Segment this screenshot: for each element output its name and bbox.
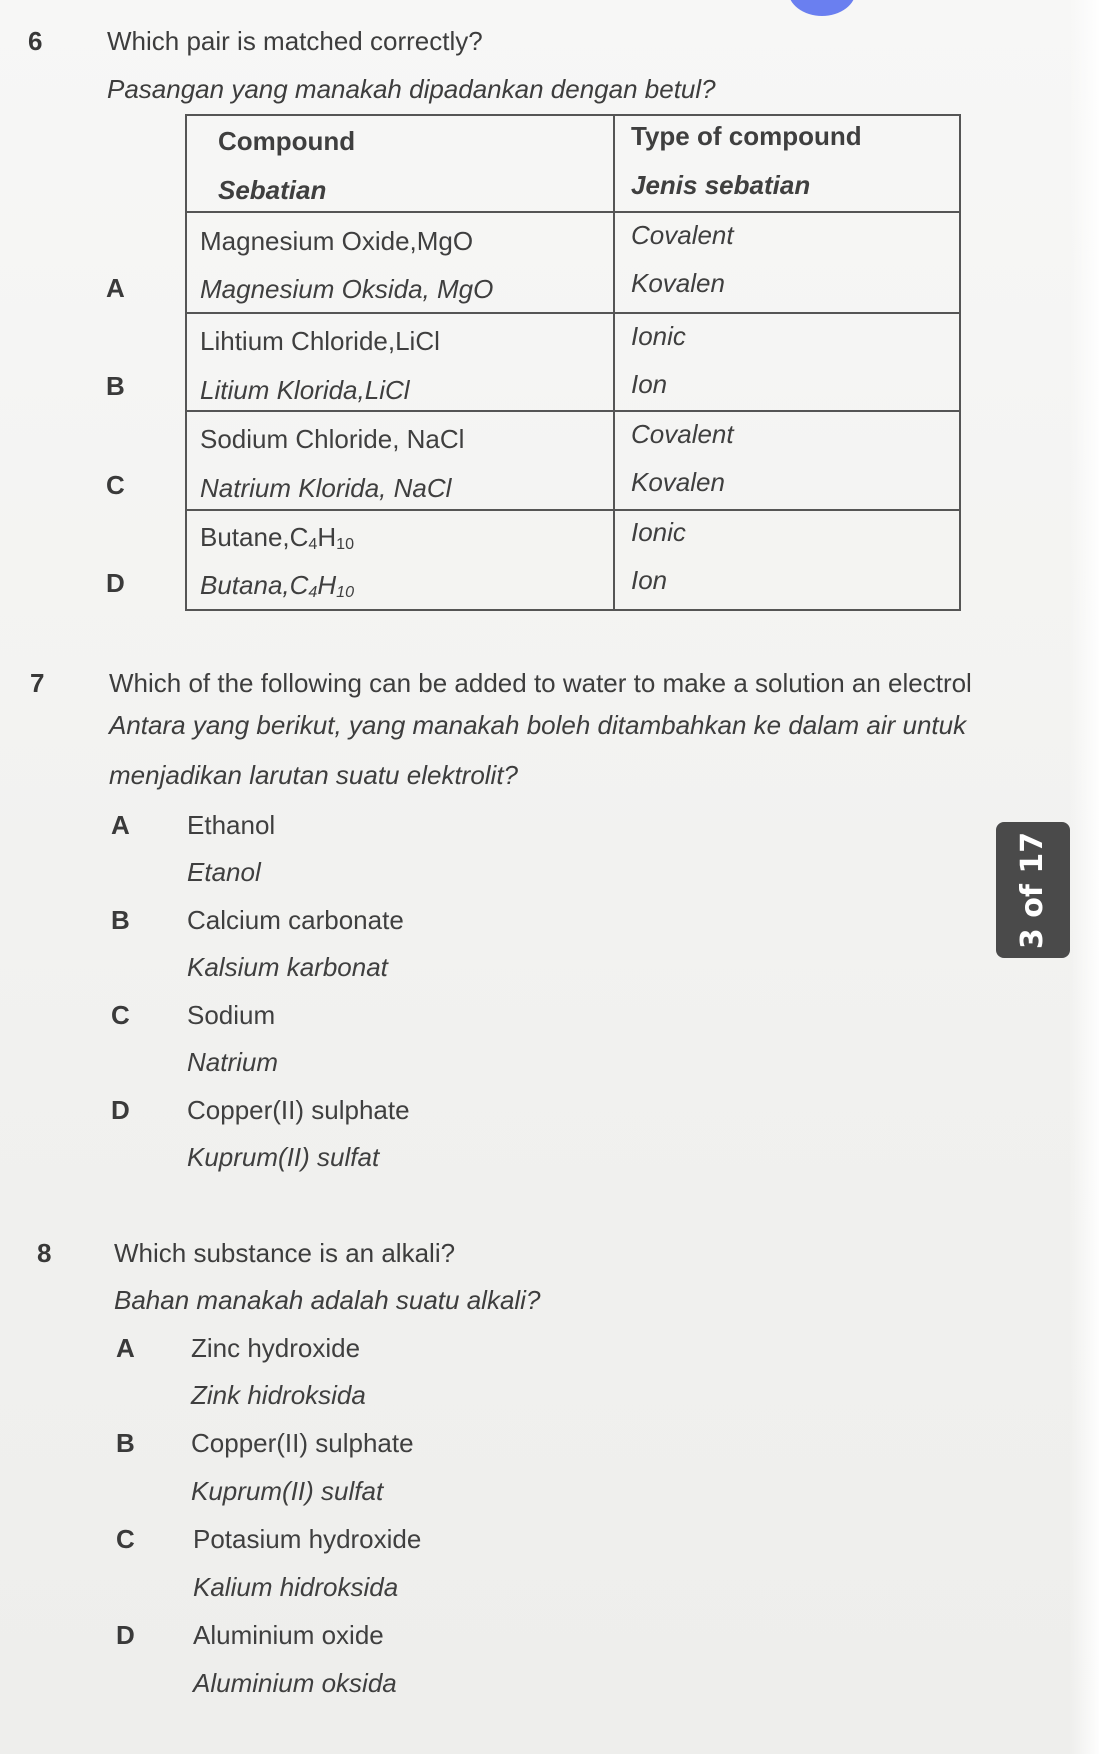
q8-option-a-ms: Zink hidroksida — [191, 1380, 366, 1410]
floating-action-bubble[interactable] — [788, 0, 856, 16]
subscript-hydrogen: 10 — [336, 583, 355, 602]
q8-option-a-en: Zinc hydroxide — [191, 1333, 361, 1363]
question-7-number: 7 — [30, 668, 45, 698]
row-c-type-en: Covalent — [631, 419, 734, 449]
header-type-ms: Jenis sebatian — [631, 170, 811, 200]
q7-option-b-en: Calcium carbonate — [187, 905, 404, 935]
question-7-text-ms-line2: menjadikan larutan suatu elektrolit? — [109, 760, 519, 790]
option-c-letter: C — [106, 470, 125, 500]
page-edge-shade — [1069, 0, 1099, 1754]
question-7-text-en: Which of the following can be added to w… — [109, 668, 972, 698]
q8-option-d-ms: Aluminium oksida — [193, 1668, 397, 1698]
row-a-compound-ms: Magnesium Oksida, MgO — [200, 274, 494, 304]
table-column-divider — [613, 116, 615, 609]
q7-option-c-ms: Natrium — [187, 1047, 279, 1077]
header-compound-ms: Sebatian — [218, 175, 327, 205]
table-row-divider — [187, 312, 959, 314]
q7-option-d-en: Copper(II) sulphate — [187, 1095, 410, 1125]
row-a-type-en: Covalent — [631, 220, 734, 250]
subscript-hydrogen: 10 — [336, 535, 355, 554]
row-a-compound-en: Magnesium Oxide,MgO — [200, 226, 474, 256]
q7-option-c-letter: C — [111, 1000, 130, 1030]
row-d-compound-ms: Butana,C4H10 — [200, 570, 354, 602]
compound-name: Butane,C — [200, 522, 309, 552]
question-6-text-en: Which pair is matched correctly? — [107, 26, 483, 56]
table-row-divider — [187, 509, 959, 511]
question-8-text-en: Which substance is an alkali? — [114, 1238, 456, 1268]
question-8-text-ms: Bahan manakah adalah suatu alkali? — [114, 1285, 541, 1315]
question-8-number: 8 — [37, 1238, 52, 1268]
compound-type-table: Compound Sebatian Type of compound Jenis… — [185, 114, 961, 611]
q7-option-b-ms: Kalsium karbonat — [187, 952, 388, 982]
q8-option-d-en: Aluminium oxide — [193, 1620, 384, 1650]
question-6-text-ms: Pasangan yang manakah dipadankan dengan … — [107, 74, 716, 104]
compound-name: Butana,C — [200, 570, 309, 600]
hydrogen-symbol: H — [317, 570, 337, 600]
header-compound-en: Compound — [218, 126, 356, 156]
q8-option-b-en: Copper(II) sulphate — [191, 1428, 414, 1458]
exam-page: 6 Which pair is matched correctly? Pasan… — [0, 0, 1099, 1754]
q8-option-c-ms: Kalium hidroksida — [193, 1572, 399, 1602]
row-a-type-ms: Kovalen — [631, 268, 725, 298]
option-b-letter: B — [106, 371, 125, 401]
q8-option-d-letter: D — [116, 1620, 135, 1650]
header-type-en: Type of compound — [631, 121, 862, 151]
q7-option-a-en: Ethanol — [187, 810, 276, 840]
q7-option-d-letter: D — [111, 1095, 130, 1125]
question-6-number: 6 — [28, 26, 43, 56]
table-row-divider — [187, 410, 959, 412]
q8-option-b-letter: B — [116, 1428, 135, 1458]
table-row-divider — [187, 211, 959, 213]
q7-option-d-ms: Kuprum(II) sulfat — [187, 1142, 380, 1172]
option-d-letter: D — [106, 568, 125, 598]
page-indicator-text: 3 of 17 — [1015, 831, 1051, 949]
row-b-type-ms: Ion — [631, 369, 668, 399]
q7-option-a-letter: A — [111, 810, 130, 840]
row-b-compound-en: Lihtium Chloride,LiCl — [200, 326, 440, 356]
q7-option-c-en: Sodium — [187, 1000, 276, 1030]
q7-option-a-ms: Etanol — [187, 857, 261, 887]
option-a-letter: A — [106, 273, 125, 303]
page-indicator-badge: 3 of 17 — [996, 822, 1070, 958]
row-c-compound-en: Sodium Chloride, NaCl — [200, 424, 465, 454]
q8-option-b-ms: Kuprum(II) sulfat — [191, 1476, 384, 1506]
row-c-compound-ms: Natrium Klorida, NaCl — [200, 473, 452, 503]
row-d-type-en: Ionic — [631, 517, 686, 547]
row-b-type-en: Ionic — [631, 321, 686, 351]
row-c-type-ms: Kovalen — [631, 467, 725, 497]
row-d-compound-en: Butane,C4H10 — [200, 522, 354, 554]
q7-option-b-letter: B — [111, 905, 130, 935]
q8-option-a-letter: A — [116, 1333, 135, 1363]
question-7-text-ms-line1: Antara yang berikut, yang manakah boleh … — [109, 710, 967, 740]
q8-option-c-en: Potasium hydroxide — [193, 1524, 422, 1554]
q8-option-c-letter: C — [116, 1524, 135, 1554]
row-b-compound-ms: Litium Klorida,LiCl — [200, 375, 410, 405]
hydrogen-symbol: H — [317, 522, 337, 552]
row-d-type-ms: Ion — [631, 565, 668, 595]
